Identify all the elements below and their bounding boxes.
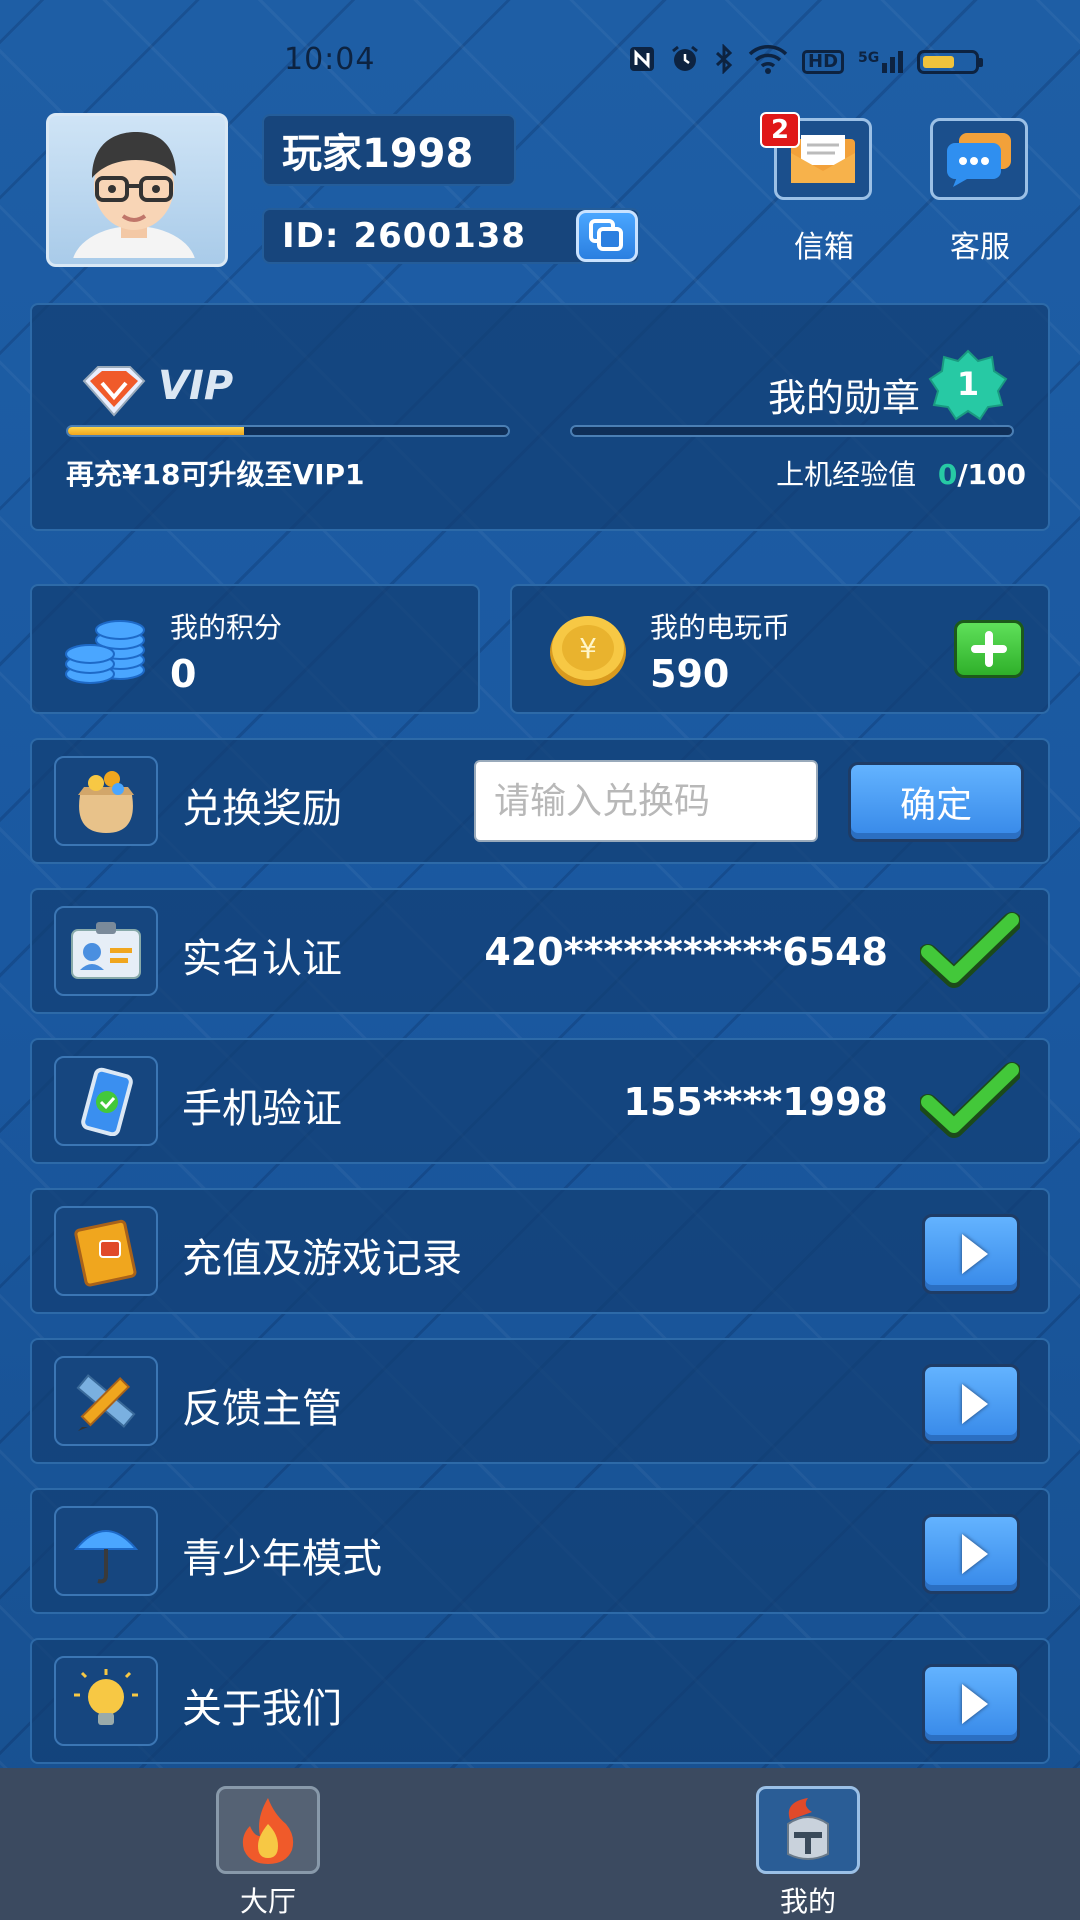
nfc-icon xyxy=(628,45,656,78)
wifi-icon xyxy=(748,44,788,79)
feedback-arrow-button[interactable] xyxy=(922,1364,1020,1444)
vip-upgrade-hint: 再充¥18可升级至VIP1 xyxy=(66,458,365,491)
nav-mine-label: 我的 xyxy=(779,1885,836,1918)
exp-progress-bar xyxy=(570,425,1014,437)
nav-lobby[interactable]: 大厅 xyxy=(216,1786,320,1918)
game-coins-value: 590 xyxy=(650,652,730,696)
about-arrow-button[interactable] xyxy=(922,1664,1020,1744)
redeem-code-input[interactable] xyxy=(474,760,818,842)
youth-mode-row[interactable]: 青少年模式 xyxy=(30,1488,1050,1614)
vip-panel: VIP 再充¥18可升级至VIP1 我的勋章 1 上机经验值 0/100 xyxy=(30,303,1050,531)
customer-service-button[interactable] xyxy=(930,118,1028,200)
vip-diamond-icon xyxy=(76,363,152,423)
alarm-icon xyxy=(670,44,700,79)
game-coins-card: ¥ 我的电玩币 590 xyxy=(510,584,1050,714)
fire-icon xyxy=(216,1786,320,1874)
chat-bubble-icon xyxy=(947,133,1011,187)
medal-label: 我的勋章 xyxy=(767,376,920,420)
nav-lobby-label: 大厅 xyxy=(239,1885,296,1918)
youth-mode-label: 青少年模式 xyxy=(182,1536,382,1582)
plus-icon xyxy=(971,631,1007,667)
points-card: 我的积分 0 xyxy=(30,584,480,714)
bottom-nav: 大厅 我的 xyxy=(0,1768,1080,1920)
avatar[interactable] xyxy=(46,113,228,267)
signal-5g-label: 5G xyxy=(858,49,880,66)
vip-progress-fill xyxy=(68,427,244,435)
redeem-confirm-button[interactable]: 确定 xyxy=(848,762,1024,842)
status-icons: HD 5G xyxy=(628,43,984,79)
exp-row: 上机经验值 0/100 xyxy=(776,453,1026,493)
record-book-icon xyxy=(54,1206,158,1296)
add-coins-button[interactable] xyxy=(954,620,1024,678)
nav-mine[interactable]: 我的 xyxy=(756,1786,860,1918)
play-arrow-icon xyxy=(962,1534,988,1574)
player-name: 玩家1998 xyxy=(262,114,516,186)
redeem-label: 兑换奖励 xyxy=(182,786,342,832)
records-arrow-button[interactable] xyxy=(922,1214,1020,1294)
copy-id-button[interactable] xyxy=(576,210,638,262)
points-value: 0 xyxy=(170,652,197,696)
redeem-row: 兑换奖励 确定 xyxy=(30,738,1050,864)
copy-icon xyxy=(589,219,623,251)
helmet-icon xyxy=(756,1786,860,1874)
real-name-row[interactable]: 实名认证 420***********6548 xyxy=(30,888,1050,1014)
bluetooth-icon xyxy=(714,43,734,79)
exp-current: 0 xyxy=(937,458,958,491)
battery-icon xyxy=(917,49,984,74)
exp-label: 上机经验值 xyxy=(776,458,917,491)
yuan-coin-icon: ¥ xyxy=(548,612,628,692)
customer-service-label: 客服 xyxy=(950,230,1010,265)
verified-check-icon xyxy=(920,912,1020,988)
medal-icon: 1 xyxy=(926,349,1010,423)
youth-mode-arrow-button[interactable] xyxy=(922,1514,1020,1594)
about-row[interactable]: 关于我们 xyxy=(30,1638,1050,1764)
mail-label: 信箱 xyxy=(794,230,854,265)
umbrella-icon xyxy=(54,1506,158,1596)
phone-number-value: 155****1998 xyxy=(623,1080,888,1124)
status-time: 10:04 xyxy=(284,42,376,77)
medal-level: 1 xyxy=(956,365,980,403)
svg-text:¥: ¥ xyxy=(579,632,597,665)
about-label: 关于我们 xyxy=(182,1686,342,1732)
hd-icon: HD xyxy=(802,49,845,74)
pencil-ruler-icon xyxy=(54,1356,158,1446)
player-id-label: ID: xyxy=(282,216,340,256)
play-arrow-icon xyxy=(962,1684,988,1724)
vip-title: VIP xyxy=(158,363,234,409)
vip-progress-bar xyxy=(66,425,510,437)
records-row[interactable]: 充值及游戏记录 xyxy=(30,1188,1050,1314)
signal-5g-icon: 5G xyxy=(858,49,904,73)
phone-verify-row[interactable]: 手机验证 155****1998 xyxy=(30,1038,1050,1164)
records-label: 充值及游戏记录 xyxy=(182,1236,462,1282)
id-card-icon xyxy=(54,906,158,996)
mail-badge: 2 xyxy=(760,112,800,148)
id-number-value: 420***********6548 xyxy=(484,930,888,974)
player-id-value: 2600138 xyxy=(353,216,527,256)
exp-total: /100 xyxy=(957,458,1026,491)
points-coins-icon xyxy=(62,612,148,692)
feedback-row[interactable]: 反馈主管 xyxy=(30,1338,1050,1464)
verified-check-icon xyxy=(920,1062,1020,1138)
play-arrow-icon xyxy=(962,1384,988,1424)
game-coins-label: 我的电玩币 xyxy=(650,611,791,644)
feedback-label: 反馈主管 xyxy=(182,1386,342,1432)
play-arrow-icon xyxy=(962,1234,988,1274)
points-label: 我的积分 xyxy=(170,611,283,644)
reward-bag-icon xyxy=(54,756,158,846)
phone-verify-label: 手机验证 xyxy=(182,1086,342,1132)
real-name-label: 实名认证 xyxy=(182,936,342,982)
lightbulb-icon xyxy=(54,1656,158,1746)
phone-check-icon xyxy=(54,1056,158,1146)
